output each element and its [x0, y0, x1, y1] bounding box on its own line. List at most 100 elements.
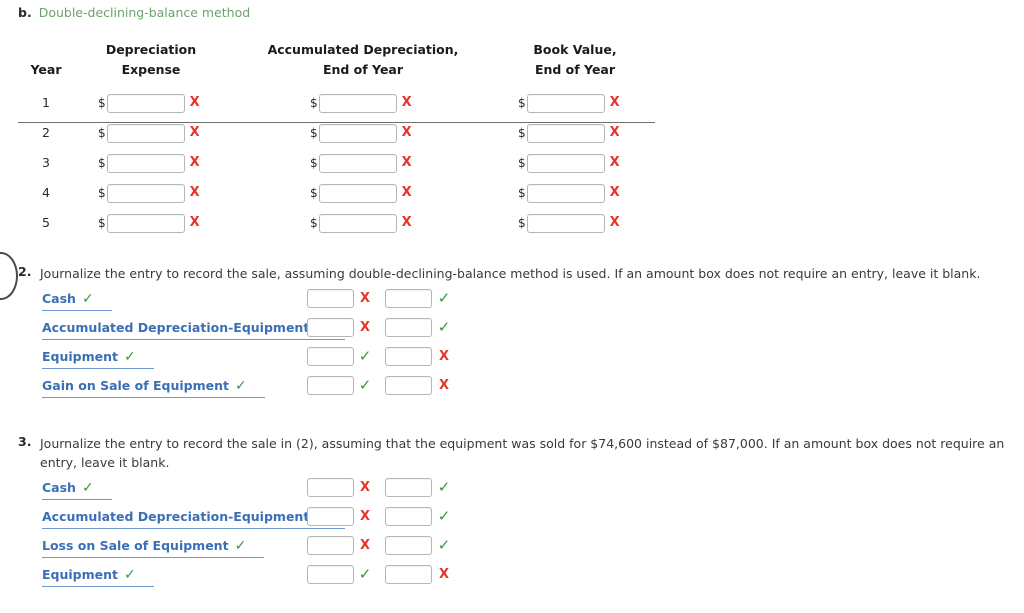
accumulated-depreciation-input[interactable] — [318, 93, 397, 113]
account-title-cell[interactable]: Loss on Sale of Equipment ✓ — [42, 538, 265, 558]
currency-symbol: $ — [98, 126, 106, 140]
currency-symbol: $ — [518, 156, 526, 170]
correct-icon: ✓ — [81, 480, 94, 496]
credit-amount-input[interactable] — [385, 536, 432, 555]
table-row: 4 $ X $ X $ X — [0, 182, 700, 212]
depreciation-expense-input[interactable] — [106, 123, 185, 143]
account-title-cell[interactable]: Accumulated Depreciation-Equipment✓ — [42, 320, 346, 340]
correct-icon: ✓ — [124, 349, 136, 365]
part-b-letter: b. — [18, 5, 32, 20]
credit-amount-input[interactable] — [385, 289, 432, 308]
incorrect-icon: X — [359, 509, 371, 524]
question-3-text: Journalize the entry to record the sale … — [40, 436, 1005, 470]
correct-icon: ✓ — [437, 507, 451, 525]
incorrect-icon: X — [359, 291, 371, 306]
cell-book-value: $ X — [518, 122, 625, 144]
account-name-link[interactable]: Equipment — [42, 349, 118, 364]
cell-depreciation-expense: $ X — [98, 92, 205, 114]
currency-symbol: $ — [518, 96, 526, 110]
incorrect-icon: X — [189, 185, 200, 200]
correct-icon: ✓ — [437, 536, 451, 554]
debit-amount-input[interactable] — [307, 478, 354, 497]
incorrect-icon: X — [401, 95, 412, 110]
accumulated-depreciation-input[interactable] — [318, 183, 397, 203]
credit-amount-input[interactable] — [385, 565, 432, 584]
currency-symbol: $ — [98, 186, 106, 200]
debit-amount-input[interactable] — [307, 347, 354, 366]
journal-entry-row: Equipment ✓ ✓ X — [0, 347, 1024, 378]
journal-entry-row: Equipment ✓ ✓ X — [0, 565, 1024, 596]
table-row: 3 $ X $ X $ X — [0, 152, 700, 182]
journal-entry-row: Cash ✓ X ✓ — [0, 289, 1024, 320]
question-3-number: 3. — [18, 434, 32, 449]
incorrect-icon: X — [609, 155, 620, 170]
cell-accumulated-depreciation: $ X — [310, 212, 417, 234]
book-value-input[interactable] — [526, 93, 605, 113]
correct-icon: ✓ — [81, 291, 94, 307]
account-name-link[interactable]: Accumulated Depreciation-Equipment — [42, 320, 309, 335]
correct-icon: ✓ — [358, 565, 372, 583]
currency-symbol: $ — [518, 216, 526, 230]
currency-symbol: $ — [98, 216, 106, 230]
credit-amount-input[interactable] — [385, 318, 432, 337]
debit-amount-input[interactable] — [307, 318, 354, 337]
book-value-input[interactable] — [526, 183, 605, 203]
credit-amount-input[interactable] — [385, 478, 432, 497]
incorrect-icon: X — [189, 95, 200, 110]
currency-symbol: $ — [310, 96, 318, 110]
depreciation-expense-input[interactable] — [106, 93, 185, 113]
depreciation-expense-input[interactable] — [106, 153, 185, 173]
incorrect-icon: X — [609, 185, 620, 200]
row-year-label: 5 — [42, 215, 50, 230]
column-header-depreciation-expense: Depreciation Expense — [105, 42, 197, 77]
row-year-label: 3 — [42, 155, 50, 170]
part-b-title: Double-declining-balance method — [38, 5, 251, 20]
incorrect-icon: X — [359, 480, 371, 495]
account-title-cell[interactable]: Gain on Sale of Equipment ✓ — [42, 378, 265, 398]
debit-amount-input[interactable] — [307, 376, 354, 395]
account-name-link[interactable]: Cash — [42, 291, 76, 306]
depreciation-expense-input[interactable] — [106, 213, 185, 233]
journal-entry-row: Cash ✓ X ✓ — [0, 478, 1024, 509]
table-row: 1 $ X $ X $ X — [0, 92, 700, 122]
journal-entry-row: Accumulated Depreciation-Equipment✓ X ✓ — [0, 507, 1024, 538]
book-value-input[interactable] — [526, 123, 605, 143]
cell-book-value: $ X — [518, 92, 625, 114]
account-name-link[interactable]: Accumulated Depreciation-Equipment — [42, 509, 309, 524]
incorrect-icon: X — [189, 155, 200, 170]
accumulated-depreciation-input[interactable] — [318, 153, 397, 173]
account-name-link[interactable]: Cash — [42, 480, 76, 495]
account-title-cell[interactable]: Equipment ✓ — [42, 567, 154, 587]
cell-accumulated-depreciation: $ X — [310, 182, 417, 204]
debit-amount-input[interactable] — [307, 289, 354, 308]
accumulated-depreciation-input[interactable] — [318, 123, 397, 143]
incorrect-icon: X — [189, 125, 200, 140]
debit-amount-input[interactable] — [307, 565, 354, 584]
debit-amount-input[interactable] — [307, 536, 354, 555]
row-year-label: 1 — [42, 95, 50, 110]
cell-book-value: $ X — [518, 182, 625, 204]
accumulated-depreciation-input[interactable] — [318, 213, 397, 233]
account-name-link[interactable]: Equipment — [42, 567, 118, 582]
incorrect-icon: X — [401, 185, 412, 200]
correct-icon: ✓ — [437, 318, 451, 336]
journal-entry-row: Accumulated Depreciation-Equipment✓ X ✓ — [0, 318, 1024, 349]
account-name-link[interactable]: Loss on Sale of Equipment — [42, 538, 229, 553]
account-title-cell[interactable]: Cash ✓ — [42, 291, 112, 311]
depreciation-expense-input[interactable] — [106, 183, 185, 203]
account-title-cell[interactable]: Equipment ✓ — [42, 349, 154, 369]
table-header-row: Year Depreciation Expense Accumulated De… — [0, 40, 700, 82]
debit-amount-input[interactable] — [307, 507, 354, 526]
account-title-cell[interactable]: Cash ✓ — [42, 480, 112, 500]
table-row: 2 $ X $ X $ X — [0, 122, 700, 152]
credit-amount-input[interactable] — [385, 507, 432, 526]
credit-amount-input[interactable] — [385, 376, 432, 395]
book-value-input[interactable] — [526, 153, 605, 173]
account-title-cell[interactable]: Accumulated Depreciation-Equipment✓ — [42, 509, 346, 529]
account-name-link[interactable]: Gain on Sale of Equipment — [42, 378, 229, 393]
book-value-input[interactable] — [526, 213, 605, 233]
currency-symbol: $ — [98, 156, 106, 170]
credit-amount-input[interactable] — [385, 347, 432, 366]
column-header-accumulated-depreciation: Accumulated Depreciation, End of Year — [267, 42, 459, 77]
currency-symbol: $ — [310, 126, 318, 140]
